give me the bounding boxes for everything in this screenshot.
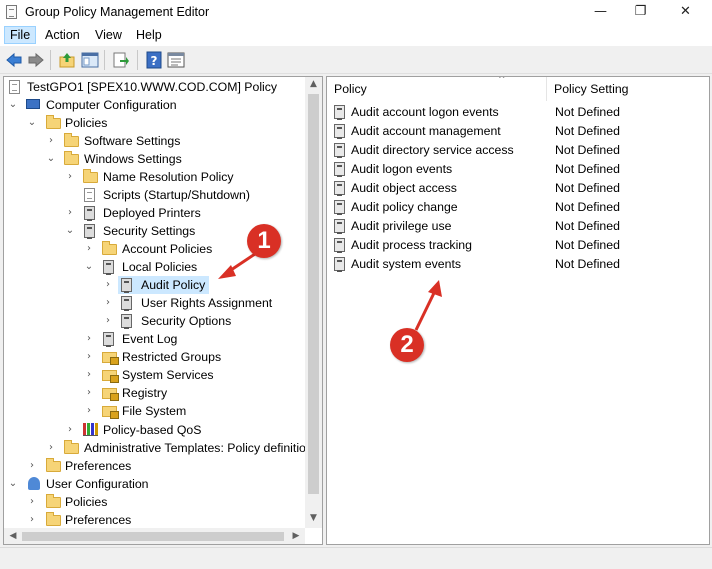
annotation-arrow-1 — [218, 250, 259, 279]
annotation-arrow-2 — [414, 280, 442, 331]
annotation-badge-2: 2 — [390, 328, 424, 362]
annotation-badge-1: 1 — [247, 224, 281, 258]
annotation-overlay — [218, 250, 442, 331]
